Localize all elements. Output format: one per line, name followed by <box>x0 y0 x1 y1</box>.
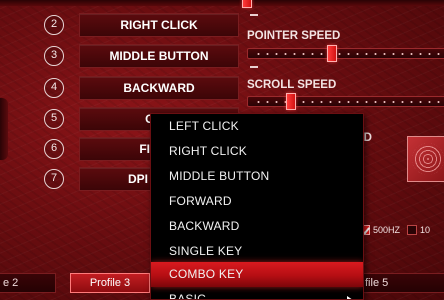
top-bar <box>0 0 444 6</box>
menu-item-basic-label: BASIC <box>169 292 207 300</box>
button-assign-4[interactable]: BACKWARD <box>79 76 239 100</box>
button-number: 3 <box>44 46 64 66</box>
side-panel-edge <box>0 98 8 160</box>
button-number: 2 <box>44 15 64 35</box>
menu-item-left-click[interactable]: LEFT CLICK <box>151 114 363 139</box>
menu-item-basic[interactable]: BASIC <box>151 287 363 300</box>
scroll-speed-label: SCROLL SPEED <box>247 79 337 91</box>
ring-graphic <box>412 143 444 175</box>
pointer-speed-thumb[interactable] <box>327 45 337 62</box>
report-rate-500-label: 500HZ <box>373 225 401 235</box>
button-row-4: 4 BACKWARD <box>44 76 244 102</box>
button-number: 6 <box>44 139 64 159</box>
profile-tab-3[interactable]: Profile 3 <box>70 273 150 293</box>
profile-tab-2[interactable]: e 2 <box>0 273 56 293</box>
slider-dots <box>254 101 444 103</box>
report-rate-1000-checkbox[interactable] <box>407 225 418 235</box>
button-assign-2[interactable]: RIGHT CLICK <box>79 13 239 37</box>
menu-item-backward[interactable]: BACKWARD <box>151 214 363 239</box>
menu-item-middle-button[interactable]: MIDDLE BUTTON <box>151 164 363 189</box>
button-number: 5 <box>44 109 64 129</box>
button-number: 4 <box>44 78 64 98</box>
scroll-speed-slider[interactable] <box>247 93 444 110</box>
button-assign-3[interactable]: MIDDLE BUTTON <box>79 44 239 68</box>
report-rate-group: 500HZ 10 <box>360 223 430 237</box>
menu-item-right-click[interactable]: RIGHT CLICK <box>151 139 363 164</box>
slider-mark <box>250 66 258 68</box>
report-rate-1000-label: 10 <box>420 225 431 235</box>
menu-item-single-key[interactable]: SINGLE KEY <box>151 239 363 264</box>
profile-tab-5[interactable]: file 5 <box>358 273 444 293</box>
pointer-speed-label: POINTER SPEED <box>247 30 341 42</box>
dpi-target-icon[interactable] <box>407 136 444 182</box>
submenu-arrow-icon <box>347 296 353 299</box>
scroll-speed-thumb[interactable] <box>286 93 296 110</box>
pointer-speed-slider[interactable] <box>247 45 444 62</box>
button-row-3: 3 MIDDLE BUTTON <box>44 44 244 70</box>
menu-item-forward[interactable]: FORWARD <box>151 189 363 214</box>
button-number: 7 <box>44 169 64 189</box>
slider-dots <box>254 53 444 55</box>
menu-item-combo-key[interactable]: COMBO KEY <box>151 262 363 287</box>
action-dropdown-menu: LEFT CLICK RIGHT CLICK MIDDLE BUTTON FOR… <box>150 113 364 300</box>
top-slider-thumb[interactable] <box>242 0 252 8</box>
button-row-2: 2 RIGHT CLICK <box>44 13 244 39</box>
slider-mark <box>250 14 258 16</box>
